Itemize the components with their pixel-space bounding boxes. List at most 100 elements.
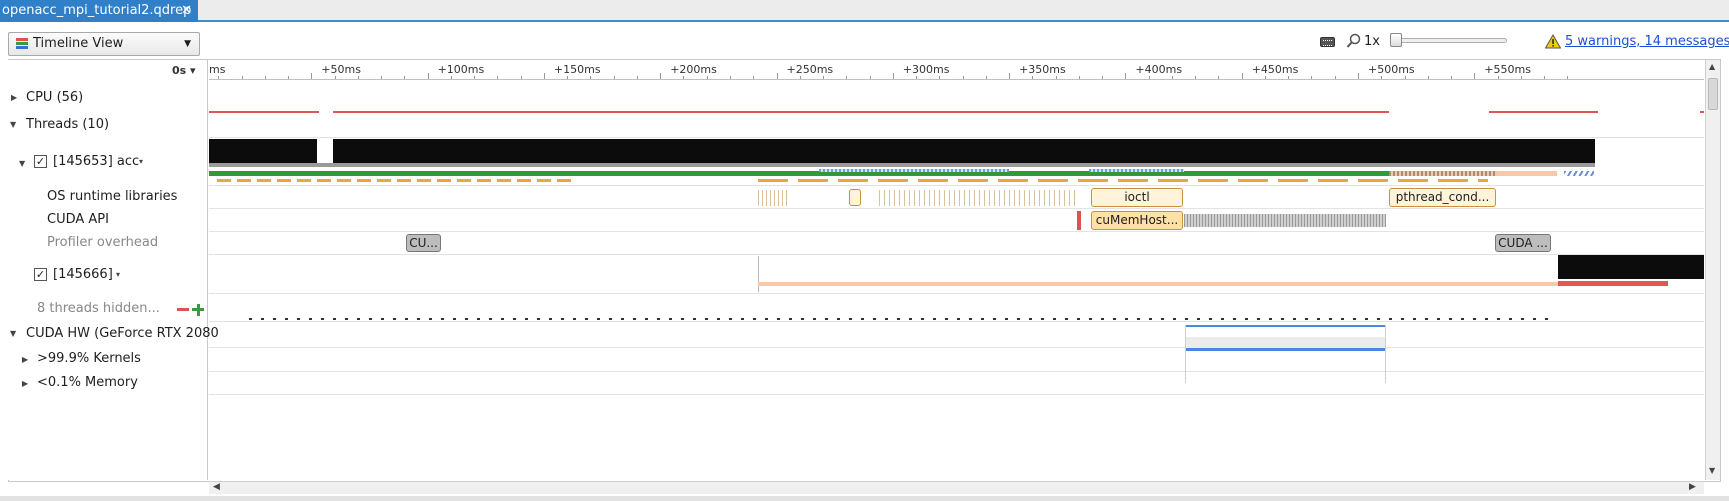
cumemhost-event[interactable]: cuMemHost...: [1091, 211, 1183, 230]
plus-icon[interactable]: [196, 303, 200, 316]
row-separator: [209, 371, 1704, 372]
thread-checkbox[interactable]: ✓: [34, 155, 47, 168]
expand-arrow-icon[interactable]: ▶: [22, 379, 28, 388]
cpu-gap: [1389, 111, 1489, 113]
ruler-tick: [1171, 76, 1173, 79]
ruler-tick: [1474, 73, 1476, 79]
warnings-link[interactable]: 5 warnings, 14 messages: [1565, 34, 1729, 49]
profiler-overhead-event[interactable]: CUDA ...: [1495, 234, 1551, 252]
ruler-tick: [892, 73, 894, 79]
tree-item-cpu[interactable]: CPU (56): [26, 90, 83, 105]
tree-item-thread-145666[interactable]: [145666]: [53, 267, 113, 282]
keyboard-icon[interactable]: [1320, 37, 1335, 47]
ruler-tick-label: +150ms: [553, 63, 601, 76]
ruler-tick-label: +450ms: [1251, 63, 1299, 76]
ruler-tick: [799, 76, 801, 79]
ruler-tick-label: +100ms: [437, 63, 485, 76]
ruler-tick: [1055, 76, 1057, 79]
expand-arrow-icon[interactable]: ▶: [11, 93, 17, 102]
tab-bar: openacc_mpi_tutorial2.qdrep ✕: [0, 0, 1729, 22]
thread-wait-bar: [1389, 171, 1497, 176]
pthread-cond-event[interactable]: pthread_cond...: [1389, 188, 1496, 207]
thread-wait-bar: [1497, 171, 1557, 176]
row-separator: [209, 208, 1704, 209]
vertical-scroll-thumb[interactable]: [1708, 78, 1718, 110]
profiler-overhead-event[interactable]: CU...: [406, 234, 441, 252]
minus-icon[interactable]: [177, 308, 189, 311]
ruler-tick-label: +500ms: [1368, 63, 1415, 76]
ruler-tick: [985, 76, 987, 79]
ruler-tick: [916, 76, 918, 79]
close-tab-icon[interactable]: ✕: [181, 0, 192, 22]
os-call-cluster: [758, 190, 788, 206]
tree-item-os-runtime[interactable]: OS runtime libraries: [47, 189, 177, 204]
expand-arrow-icon[interactable]: ▶: [22, 355, 28, 364]
ruler-tick: [520, 76, 522, 79]
scroll-down-icon[interactable]: ▼: [1709, 466, 1715, 475]
thread-menu-chevron-icon[interactable]: ▾: [116, 270, 120, 279]
ruler-tick: [683, 76, 685, 79]
thread-start-marker: [758, 256, 759, 292]
thread-activity-block: [1491, 139, 1501, 165]
scroll-up-icon[interactable]: ▲: [1709, 62, 1715, 71]
ruler-tick: [1567, 76, 1569, 79]
scroll-left-icon[interactable]: ◀: [213, 482, 220, 492]
zoom-slider-track[interactable]: [1392, 38, 1507, 43]
horizontal-scrollbar[interactable]: ◀ ▶: [209, 481, 1704, 494]
zoom-slider-thumb[interactable]: [1390, 33, 1402, 47]
thread-menu-chevron-icon[interactable]: ▾: [139, 157, 143, 166]
vertical-scrollbar[interactable]: ▲ ▼: [1705, 60, 1720, 480]
thread-wait-bar: [758, 282, 1558, 286]
ruler-tick: [1125, 73, 1127, 79]
zoom-icon[interactable]: [1346, 33, 1362, 49]
ruler-tick: [962, 76, 964, 79]
document-tab-title: openacc_mpi_tutorial2.qdrep: [2, 3, 192, 18]
ruler-tick-label: +550ms: [1484, 63, 1531, 76]
tree-item-thread-145653[interactable]: [145653] acc: [53, 154, 139, 169]
warning-icon: [1545, 34, 1561, 49]
collapse-arrow-icon[interactable]: ▼: [10, 120, 16, 129]
thread-activity-block: [209, 139, 317, 165]
ruler-tick: [729, 76, 731, 79]
tree-item-memory[interactable]: <0.1% Memory: [37, 375, 138, 390]
ioctl-event[interactable]: ioctl: [1091, 188, 1183, 207]
time-ruler[interactable]: ms +50ms +100ms +150ms +200ms +250ms +300ms +35…: [209, 60, 1704, 80]
cuda-activity-strip: [819, 169, 1009, 172]
collapse-arrow-icon[interactable]: ▼: [10, 329, 16, 338]
view-select-label: Timeline View: [33, 36, 124, 51]
collapse-arrow-icon[interactable]: ▼: [19, 159, 25, 168]
view-select-dropdown[interactable]: Timeline View ▼: [8, 32, 200, 56]
tree-item-profiler-overhead[interactable]: Profiler overhead: [47, 235, 158, 250]
tree-item-threads[interactable]: Threads (10): [26, 117, 109, 132]
ruler-tick: [753, 76, 755, 79]
tree-item-kernels[interactable]: >99.9% Kernels: [37, 351, 141, 366]
os-call-box[interactable]: [849, 189, 861, 206]
ruler-tick: [636, 76, 638, 79]
ruler-tick: [264, 76, 266, 79]
ruler-tick-label: +400ms: [1135, 63, 1183, 76]
ruler-tick-label: +300ms: [902, 63, 950, 76]
ruler-tick: [1241, 73, 1243, 79]
time-origin-label[interactable]: 0s ▾: [172, 64, 196, 77]
document-tab[interactable]: openacc_mpi_tutorial2.qdrep ✕: [0, 0, 198, 22]
thread-checkbox[interactable]: ✓: [34, 268, 47, 281]
ruler-tick-label: ms: [209, 63, 226, 76]
kernel-bar[interactable]: [1185, 348, 1385, 351]
row-separator: [209, 394, 1704, 395]
hidden-threads-label: 8 threads hidden...: [37, 301, 160, 316]
scroll-right-icon[interactable]: ▶: [1689, 482, 1696, 492]
os-call-strip: [217, 179, 577, 182]
row-separator: [209, 347, 1704, 348]
timeline-canvas[interactable]: ioctl pthread_cond... cuMemHost... CU...…: [209, 81, 1704, 480]
tree-item-cuda-hw[interactable]: CUDA HW (GeForce RTX 2080: [26, 326, 219, 341]
hidden-thread-strip: [249, 318, 1549, 320]
ruler-tick: [543, 73, 545, 79]
ruler-tick: [218, 76, 220, 79]
ruler-tick: [1451, 76, 1453, 79]
ruler-tick: [869, 76, 871, 79]
ruler-tick: [241, 76, 243, 79]
thread-state-bar: [209, 163, 1595, 167]
thread-hatched-bar: [1564, 171, 1594, 176]
tree-item-cuda-api[interactable]: CUDA API: [47, 212, 109, 227]
row-separator: [209, 293, 1704, 294]
